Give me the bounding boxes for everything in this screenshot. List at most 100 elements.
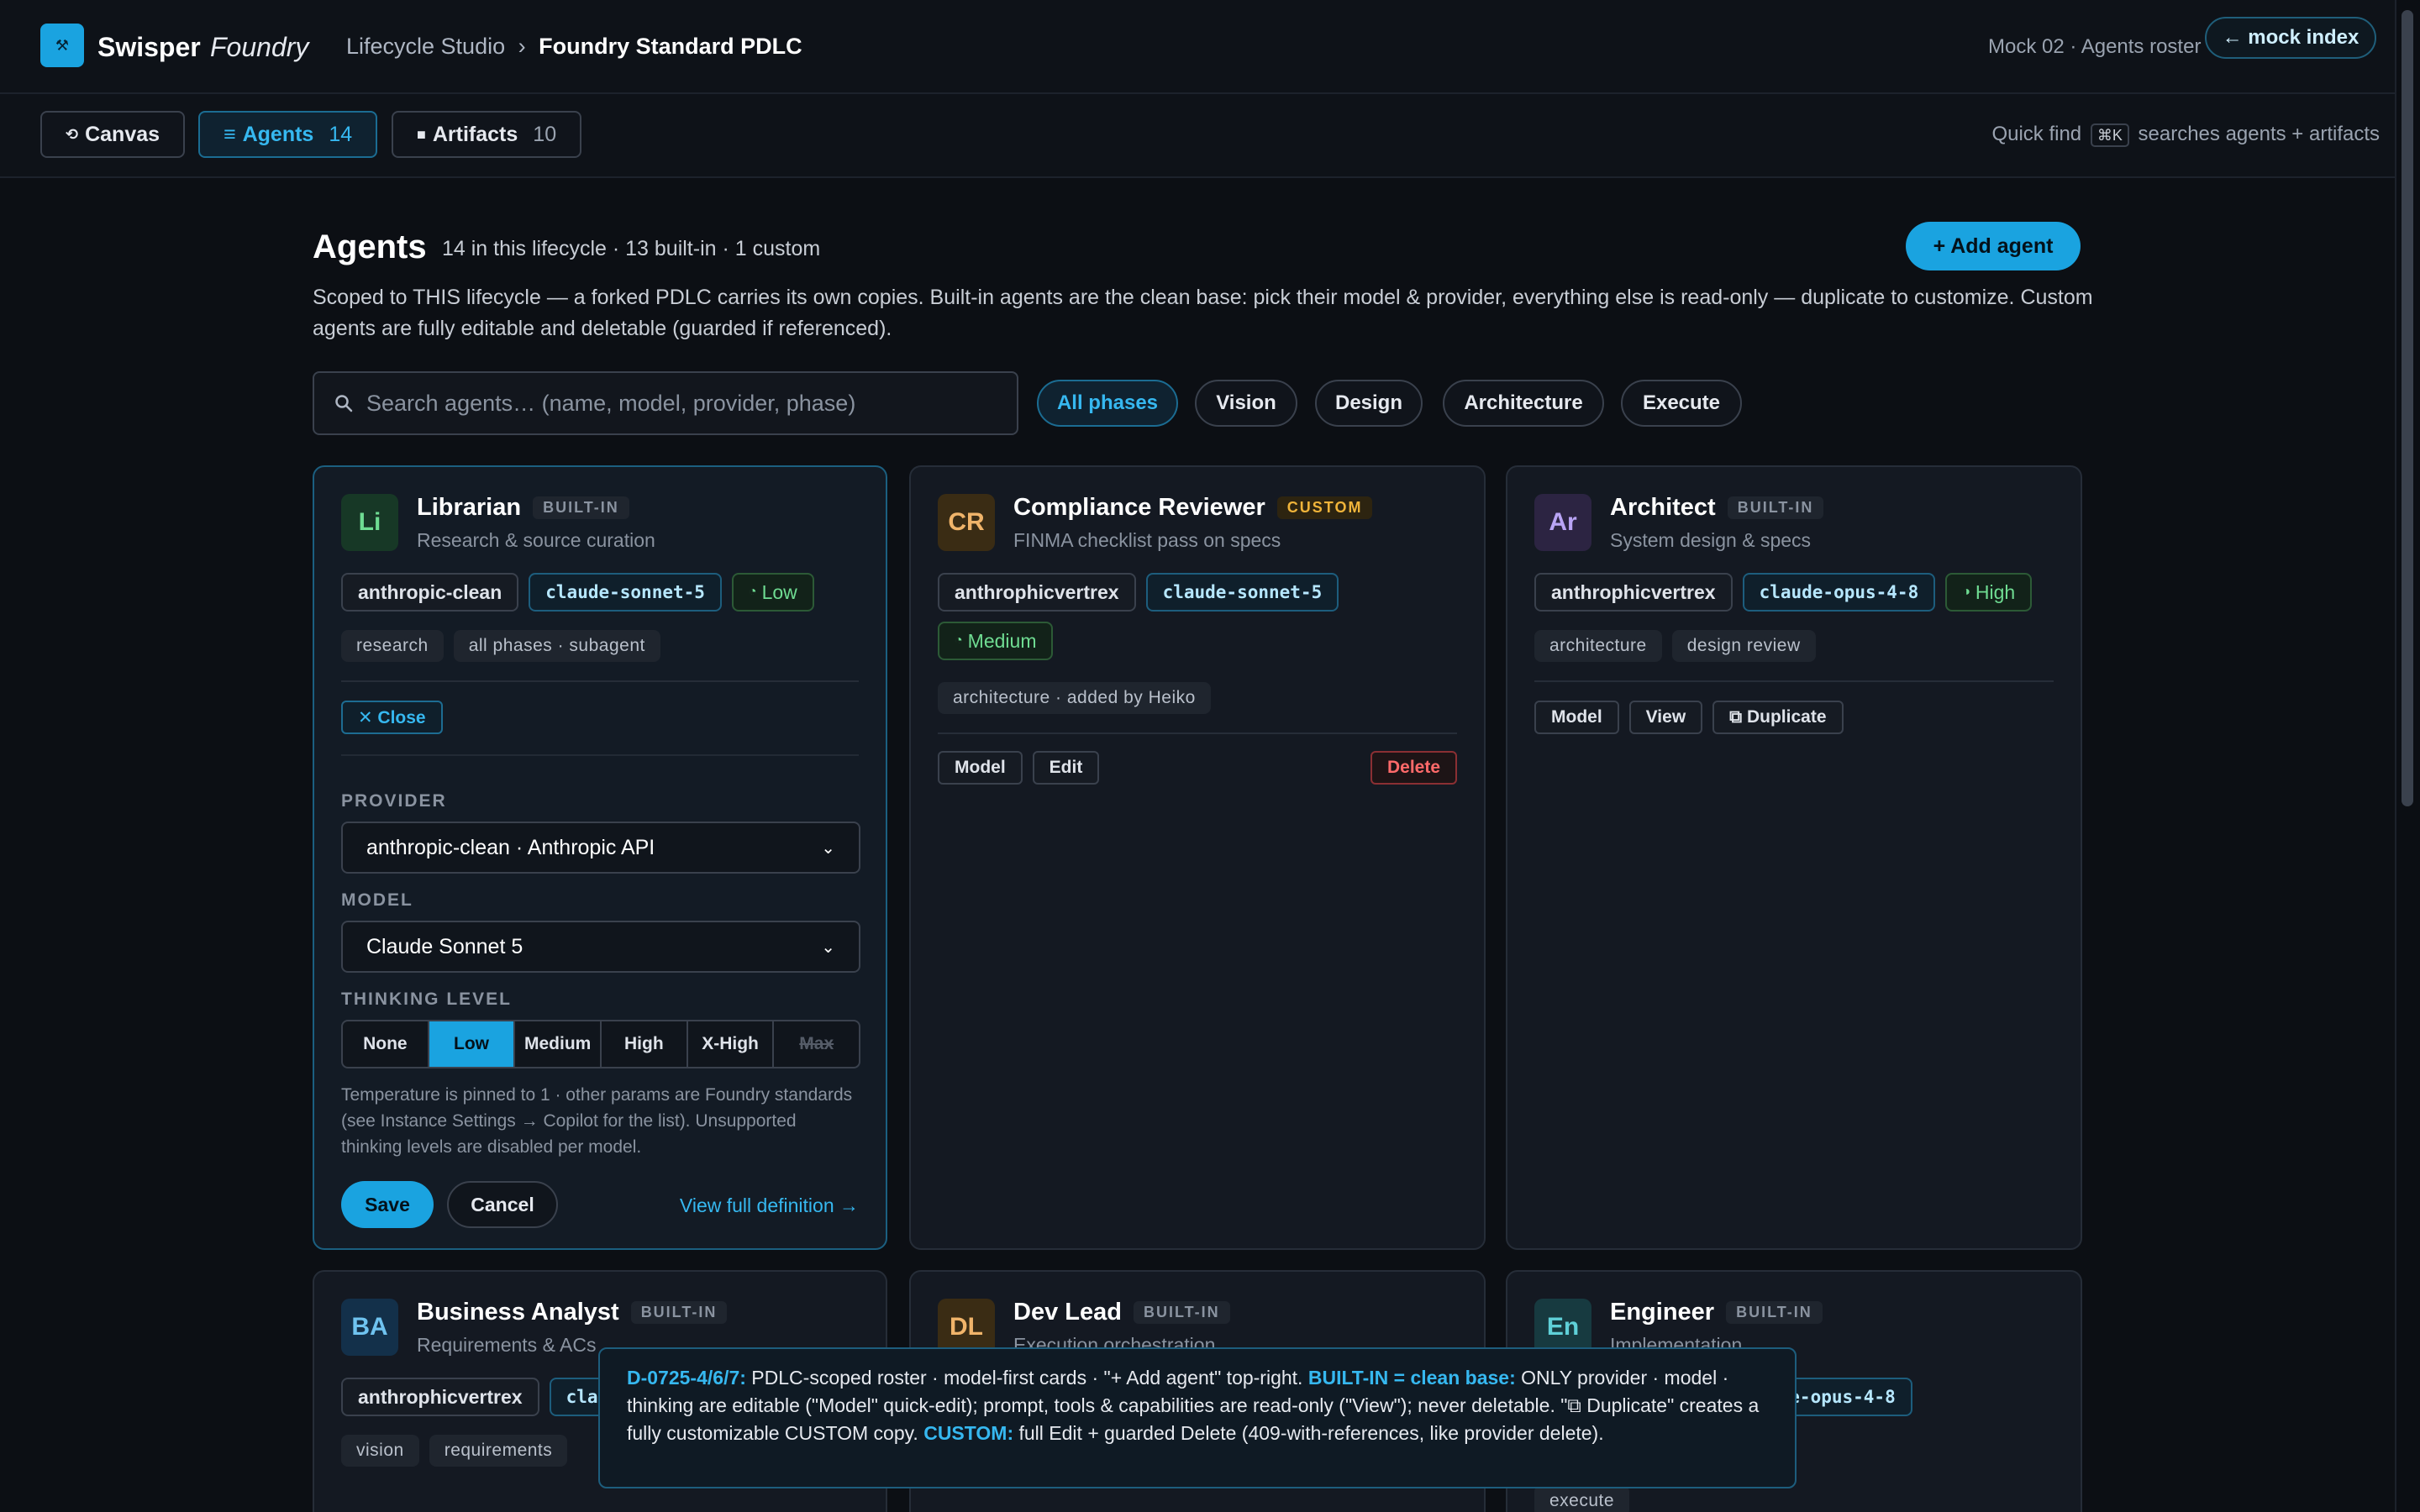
artifact-icon: ■ xyxy=(417,125,426,143)
tag: execute xyxy=(1534,1485,1630,1512)
agent-name-text: Compliance Reviewer xyxy=(1013,494,1265,521)
model-pill: claude-sonnet-5 xyxy=(529,573,722,612)
card-actions: Model Edit xyxy=(938,751,1100,785)
add-agent-button[interactable]: + Add agent xyxy=(1906,222,2081,270)
agent-card-architect[interactable]: Ar Architect BUILT-IN System design & sp… xyxy=(1506,465,2082,1250)
thinking-icon: ◔ xyxy=(955,633,963,648)
built-in-badge: BUILT-IN xyxy=(1726,1301,1823,1324)
level-x-high[interactable]: X-High xyxy=(688,1021,775,1067)
save-button[interactable]: Save xyxy=(341,1181,434,1228)
model-select[interactable]: Claude Sonnet 5 ⌄ xyxy=(341,921,860,973)
level-none[interactable]: None xyxy=(343,1021,429,1067)
tag: research xyxy=(341,630,444,662)
search-input[interactable] xyxy=(366,390,1017,417)
brand-name: Swisper xyxy=(97,32,201,62)
built-in-badge: BUILT-IN xyxy=(1727,496,1824,519)
quick-find-label: Quick find xyxy=(1991,123,2082,145)
divider xyxy=(938,732,1457,734)
note-highlight: CUSTOM: xyxy=(923,1422,1014,1444)
scrollbar[interactable] xyxy=(2395,0,2420,1512)
tab-agents[interactable]: ≡ Agents 14 xyxy=(198,111,378,158)
level-max: Max xyxy=(799,1034,834,1053)
thinking-level-pill: ◔ Low xyxy=(731,573,814,612)
chevron-down-icon: ⌄ xyxy=(821,838,835,858)
tab-label: Artifacts xyxy=(432,122,518,146)
avatar: Li xyxy=(341,494,398,551)
provider-pill: anthrophicvertrex xyxy=(938,573,1136,612)
agent-card-librarian[interactable]: Li Librarian BUILT-IN Research & source … xyxy=(313,465,887,1250)
level-high[interactable]: High xyxy=(602,1021,688,1067)
view-definition-link[interactable]: View full definition → xyxy=(680,1194,859,1217)
card-actions: ✕ Close xyxy=(341,701,443,734)
search-box xyxy=(313,371,1018,435)
tab-artifacts[interactable]: ■ Artifacts 10 xyxy=(392,111,582,158)
provider-label: PROVIDER xyxy=(341,791,447,811)
agent-tags: execute xyxy=(1534,1485,1630,1512)
filter-vision[interactable]: Vision xyxy=(1195,380,1297,427)
thinking-level-pill: ◑ High xyxy=(1945,573,2033,612)
tag: requirements xyxy=(429,1435,568,1467)
level-medium[interactable]: Medium xyxy=(515,1021,602,1067)
agent-tags: vision requirements xyxy=(341,1435,568,1467)
note-id: D-0725-4/6/7: xyxy=(627,1367,746,1389)
agent-model-row: anthrophicvertrex claude-sonnet-5 ◔ Medi… xyxy=(938,573,1459,660)
tab-label: Canvas xyxy=(85,122,160,146)
page-description: Scoped to THIS lifecycle — a forked PDLC… xyxy=(313,286,2093,340)
filter-all-phases[interactable]: All phases xyxy=(1037,380,1178,427)
agent-tags: architecture design review xyxy=(1534,630,1816,662)
agent-card-compliance-reviewer[interactable]: CR Compliance Reviewer CUSTOM FINMA chec… xyxy=(909,465,1486,1250)
thinking-icon: ◑ xyxy=(1962,585,1970,599)
tag: architecture · added by Heiko xyxy=(938,682,1211,714)
avatar: Ar xyxy=(1534,494,1591,551)
agent-name-text: Architect xyxy=(1610,494,1716,521)
model-button[interactable]: Model xyxy=(1534,701,1619,734)
agent-name: Architect BUILT-IN xyxy=(1610,494,1824,522)
provider-pill: anthrophicvertrex xyxy=(341,1378,539,1416)
cancel-button[interactable]: Cancel xyxy=(447,1181,558,1228)
thinking-level-text: High xyxy=(1975,580,2016,603)
tag: all phases · subagent xyxy=(453,630,660,662)
agent-model-row: anthrophicvertrex claude-opus-4-8 ◑ High xyxy=(1534,573,2033,612)
provider-pill: anthrophicvertrex xyxy=(1534,573,1733,612)
mock-index-button[interactable]: ← mock index xyxy=(2205,17,2376,59)
view-button[interactable]: View xyxy=(1628,701,1703,734)
duplicate-button[interactable]: ⧉ Duplicate xyxy=(1712,701,1844,734)
agent-name-text: Engineer xyxy=(1610,1299,1715,1326)
model-pill: claude-opus-4-8 xyxy=(1742,573,1936,612)
scroll-thumb[interactable] xyxy=(2402,10,2413,806)
agent-subtitle: FINMA checklist pass on specs xyxy=(1013,529,1281,551)
agent-name: Dev Lead BUILT-IN xyxy=(1013,1299,1230,1326)
brand-subtitle: Foundry xyxy=(210,32,309,62)
filter-architecture[interactable]: Architecture xyxy=(1443,380,1604,427)
divider xyxy=(341,680,859,682)
model-pill: claude-sonnet-5 xyxy=(1145,573,1339,612)
divider xyxy=(341,754,859,756)
filter-execute[interactable]: Execute xyxy=(1621,380,1742,427)
thinking-level-text: Low xyxy=(761,580,797,603)
agent-name: Engineer BUILT-IN xyxy=(1610,1299,1823,1326)
logo-icon: ⚒ xyxy=(40,24,84,67)
model-button[interactable]: Model xyxy=(938,751,1023,785)
model-select-value: Claude Sonnet 5 xyxy=(366,934,523,958)
delete-button[interactable]: Delete xyxy=(1370,751,1457,785)
thinking-level-pill: ◔ Medium xyxy=(938,622,1054,660)
built-in-badge: BUILT-IN xyxy=(1133,1301,1230,1324)
agent-model-row: anthrophicvertrex cla xyxy=(341,1378,615,1416)
filter-design[interactable]: Design xyxy=(1315,380,1423,427)
edit-button[interactable]: Edit xyxy=(1032,751,1100,785)
note-text: PDLC-scoped roster · model-first cards ·… xyxy=(745,1367,1308,1389)
provider-select[interactable]: anthropic-clean · Anthropic API ⌄ xyxy=(341,822,860,874)
thinking-icon: ◔ xyxy=(748,585,757,599)
chevron-down-icon: ⌄ xyxy=(821,937,835,957)
agent-tags: architecture · added by Heiko xyxy=(938,682,1211,714)
avatar: BA xyxy=(341,1299,398,1356)
agent-model-row: anthropic-clean claude-sonnet-5 ◔ Low xyxy=(341,573,814,612)
quick-find-hint: Quick find ⌘K searches agents + artifact… xyxy=(1991,123,2380,147)
agent-name-text: Business Analyst xyxy=(417,1299,619,1326)
tab-canvas[interactable]: ⟲ Canvas xyxy=(40,111,186,158)
agent-subtitle: System design & specs xyxy=(1610,529,1812,551)
level-low[interactable]: Low xyxy=(429,1021,516,1067)
built-in-badge: BUILT-IN xyxy=(533,496,629,519)
close-button[interactable]: ✕ Close xyxy=(341,701,443,734)
breadcrumb-parent[interactable]: Lifecycle Studio xyxy=(346,34,505,59)
